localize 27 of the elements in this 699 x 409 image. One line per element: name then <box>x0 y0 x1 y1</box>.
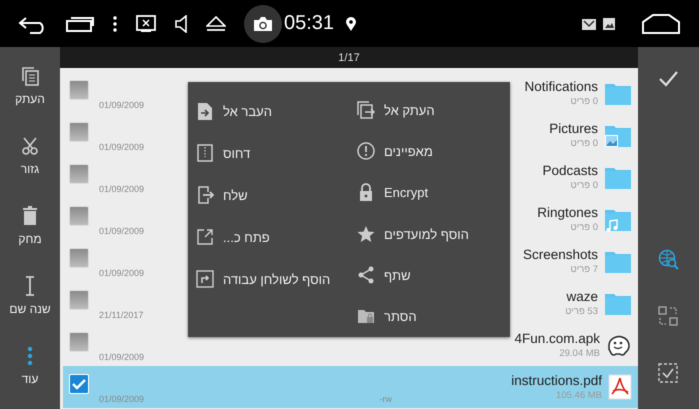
file-details: 105.46 MB <box>556 390 602 401</box>
file-date: 01/09/2009 <box>99 142 144 152</box>
file-name: waze <box>566 289 598 304</box>
file-permissions: -rw <box>380 394 392 404</box>
clock: 05:31 <box>284 12 334 35</box>
file-name: Pictures <box>549 121 598 136</box>
file-name: Screenshots <box>522 247 598 262</box>
file-date: 01/09/2009 <box>99 226 144 236</box>
file-name: instructions.pdf <box>511 373 602 388</box>
file-date: 21/11/2017 <box>99 310 144 320</box>
file-details: 0 פריט <box>570 96 598 107</box>
file-details: 7 פריט <box>570 264 598 275</box>
page-counter: 1/17 <box>338 52 360 64</box>
file-date: 01/09/2009 <box>99 184 144 194</box>
file-details: 53 פריט <box>565 306 598 317</box>
file-details: 29.04 MB <box>559 348 600 359</box>
file-details: 0 פריט <box>570 222 598 233</box>
file-details: 0 פריט <box>570 138 598 149</box>
file-date: 01/09/2009 <box>99 268 144 278</box>
file-name: 4Fun.com.apk <box>514 331 600 346</box>
file-date: 01/09/2009 <box>99 352 144 362</box>
file-details: 0 פריט <box>570 180 598 191</box>
file-date: 01/09/2009 <box>99 394 144 404</box>
file-name: Notifications <box>524 79 598 94</box>
file-name: Podcasts <box>542 163 598 178</box>
file-name: Ringtones <box>537 205 598 220</box>
file-date: 01/09/2009 <box>99 100 144 110</box>
